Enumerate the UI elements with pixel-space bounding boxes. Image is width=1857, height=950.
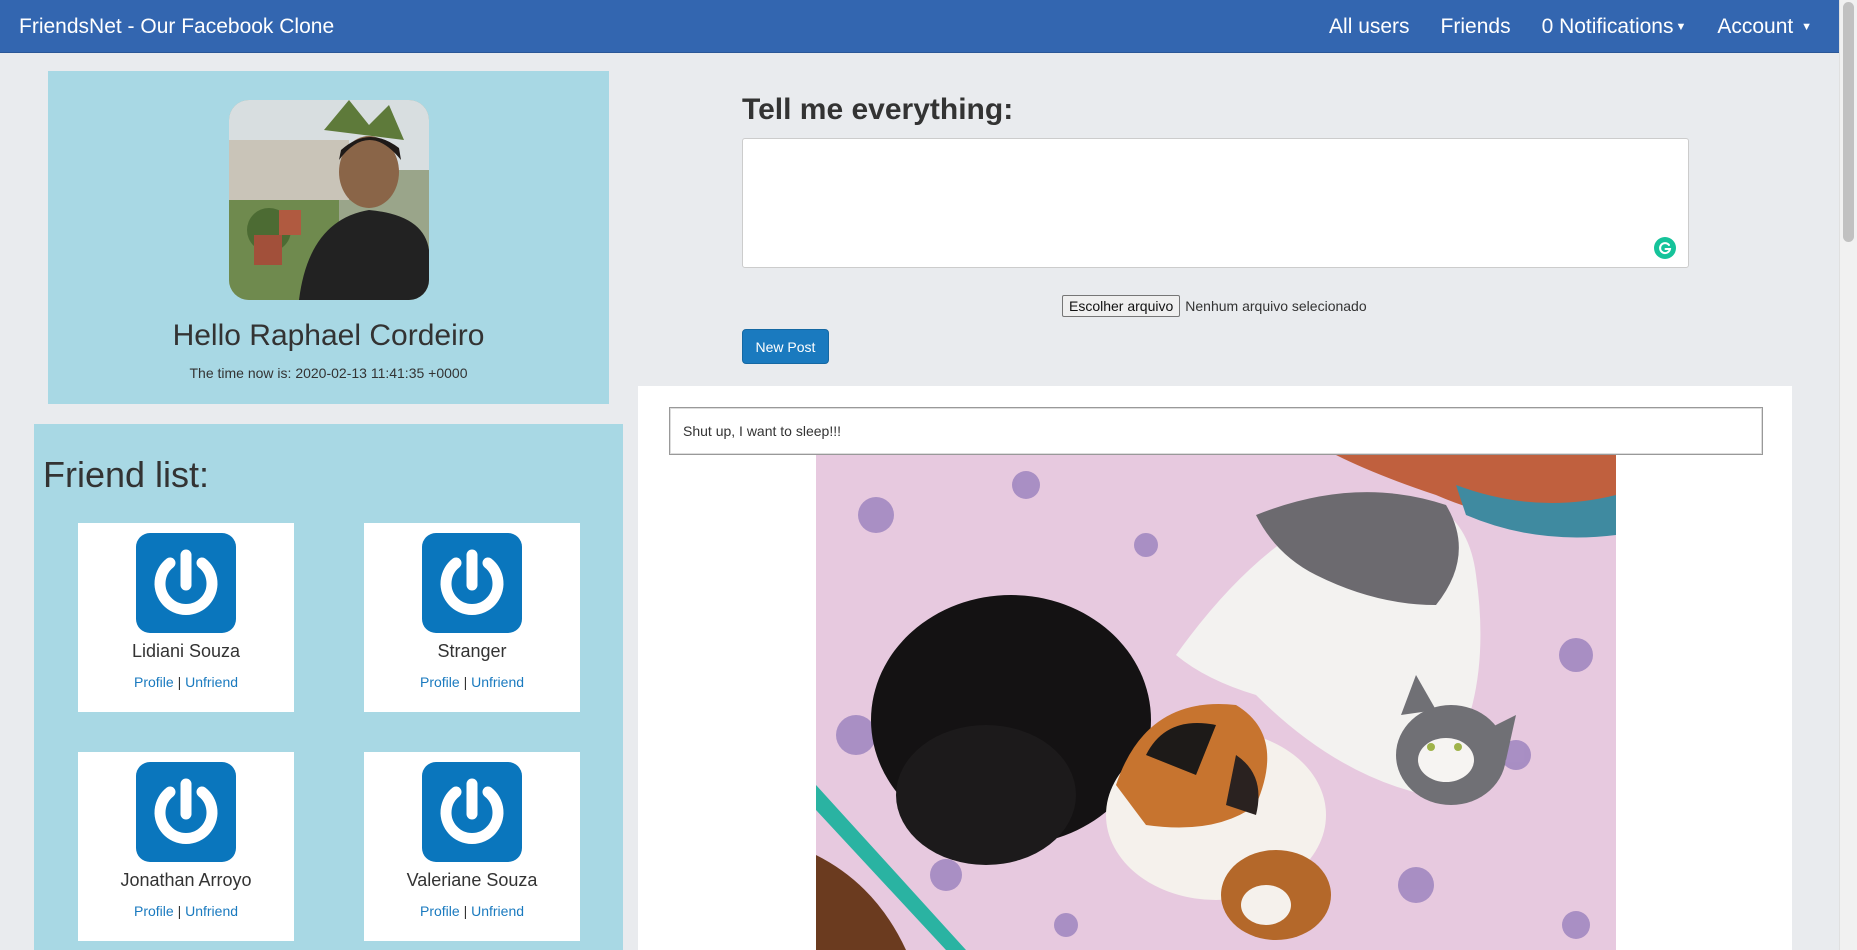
- link-separator: |: [463, 903, 468, 919]
- page-scrollbar[interactable]: [1839, 0, 1857, 950]
- power-logo-icon: [136, 533, 236, 633]
- friend-name: Lidiani Souza: [131, 641, 241, 661]
- caret-down-icon: ▼: [1801, 21, 1812, 34]
- friend-card: Valeriane Souza Profile | Unfriend: [364, 752, 580, 941]
- choose-file-button[interactable]: Escolher arquivo: [1062, 295, 1181, 317]
- power-logo-icon: [136, 762, 236, 862]
- post-image: [816, 455, 1616, 950]
- nav-all-users[interactable]: All users: [1329, 15, 1410, 39]
- friend-name: Stranger: [437, 641, 507, 661]
- nav-notifications-dropdown[interactable]: 0 Notifications ▼: [1542, 15, 1687, 39]
- nav-account-dropdown[interactable]: Account ▼: [1717, 15, 1812, 39]
- friend-unfriend-link[interactable]: Unfriend: [185, 903, 238, 919]
- profile-time: The time now is: 2020-02-13 11:41:35 +00…: [189, 365, 468, 381]
- file-status: Nenhum arquivo selecionado: [1185, 298, 1367, 314]
- friend-links: Profile | Unfriend: [78, 674, 294, 690]
- profile-card: Hello Raphael Cordeiro The time now is: …: [48, 71, 609, 404]
- navbar: FriendsNet - Our Facebook Clone All user…: [0, 0, 1839, 53]
- caret-down-icon: ▼: [1675, 21, 1687, 34]
- friend-links: Profile | Unfriend: [364, 903, 580, 919]
- friend-card: Stranger Profile | Unfriend: [364, 523, 580, 712]
- friend-list-title: Friend list:: [43, 454, 210, 495]
- nav-links: All users Friends 0 Notifications ▼ Accou…: [1329, 15, 1812, 39]
- power-logo-icon: [422, 533, 522, 633]
- brand-link[interactable]: FriendsNet - Our Facebook Clone: [19, 15, 334, 39]
- nav-notifications-label: 0 Notifications: [1541, 15, 1674, 38]
- nav-friends[interactable]: Friends: [1441, 15, 1511, 39]
- post-form-title: Tell me everything:: [742, 93, 1014, 126]
- friend-card: Jonathan Arroyo Profile | Unfriend: [78, 752, 294, 941]
- post-feed: Shut up, I want to sleep!!!: [638, 386, 1792, 950]
- profile-avatar: [229, 100, 429, 300]
- link-separator: |: [177, 674, 182, 690]
- friend-links: Profile | Unfriend: [78, 903, 294, 919]
- scrollbar-thumb[interactable]: [1843, 2, 1854, 242]
- power-logo-icon: [422, 762, 522, 862]
- post-text: Shut up, I want to sleep!!!: [683, 423, 841, 439]
- friend-card: Lidiani Souza Profile | Unfriend: [78, 523, 294, 712]
- friend-profile-link[interactable]: Profile: [134, 903, 174, 919]
- friend-profile-link[interactable]: Profile: [134, 674, 174, 690]
- post-textarea[interactable]: [742, 138, 1689, 268]
- profile-greeting: Hello Raphael Cordeiro: [172, 319, 485, 352]
- friend-unfriend-link[interactable]: Unfriend: [471, 674, 524, 690]
- friend-list-panel: Friend list: Lidiani Souza Profile | Unf…: [34, 424, 623, 950]
- friend-profile-link[interactable]: Profile: [420, 903, 460, 919]
- nav-account-label: Account: [1717, 15, 1794, 38]
- link-separator: |: [463, 674, 468, 690]
- friend-links: Profile | Unfriend: [364, 674, 580, 690]
- friend-unfriend-link[interactable]: Unfriend: [185, 674, 238, 690]
- friend-name: Jonathan Arroyo: [120, 870, 252, 890]
- friend-name: Valeriane Souza: [406, 870, 538, 890]
- link-separator: |: [177, 903, 182, 919]
- friend-unfriend-link[interactable]: Unfriend: [471, 903, 524, 919]
- friend-profile-link[interactable]: Profile: [420, 674, 460, 690]
- post-text-box: Shut up, I want to sleep!!!: [669, 407, 1763, 455]
- new-post-button[interactable]: New Post: [742, 329, 829, 364]
- grammarly-icon[interactable]: [1654, 237, 1676, 259]
- file-upload-row: Escolher arquivo Nenhum arquivo selecion…: [1062, 295, 1367, 317]
